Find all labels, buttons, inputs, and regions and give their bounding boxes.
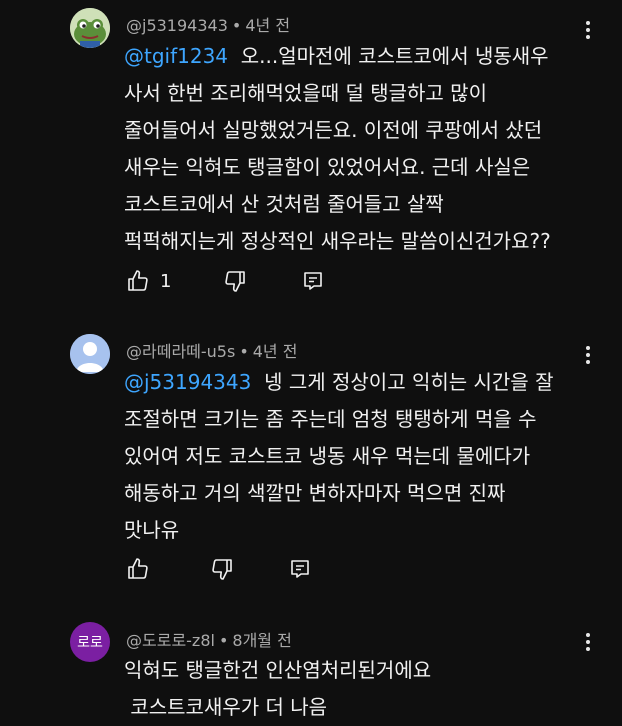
avatar-text: 로로 (77, 635, 103, 651)
comment-line: 코스트코새우가 더 나음 (124, 695, 328, 719)
comment-line: 익혀도 탱글한건 인산염처리된거에요 (124, 658, 432, 682)
avatar-initials[interactable]: 로로 (70, 622, 110, 662)
comment-3: 로로 @도로로-z8l • 8개월 전 익혀도 탱글한건 인산염처리된거에요 코스트… (0, 0, 622, 726)
more-options-button[interactable] (578, 630, 598, 654)
author-name[interactable]: @도로로-z8l (126, 631, 215, 650)
comment-time: 8개월 전 (232, 631, 292, 650)
more-vert-icon (586, 633, 590, 637)
comment-text: 익혀도 탱글한건 인산염처리된거에요 코스트코새우가 더 나음 (124, 652, 594, 726)
meta-separator: • (218, 631, 229, 650)
comment-meta: @도로로-z8l • 8개월 전 (126, 627, 292, 651)
